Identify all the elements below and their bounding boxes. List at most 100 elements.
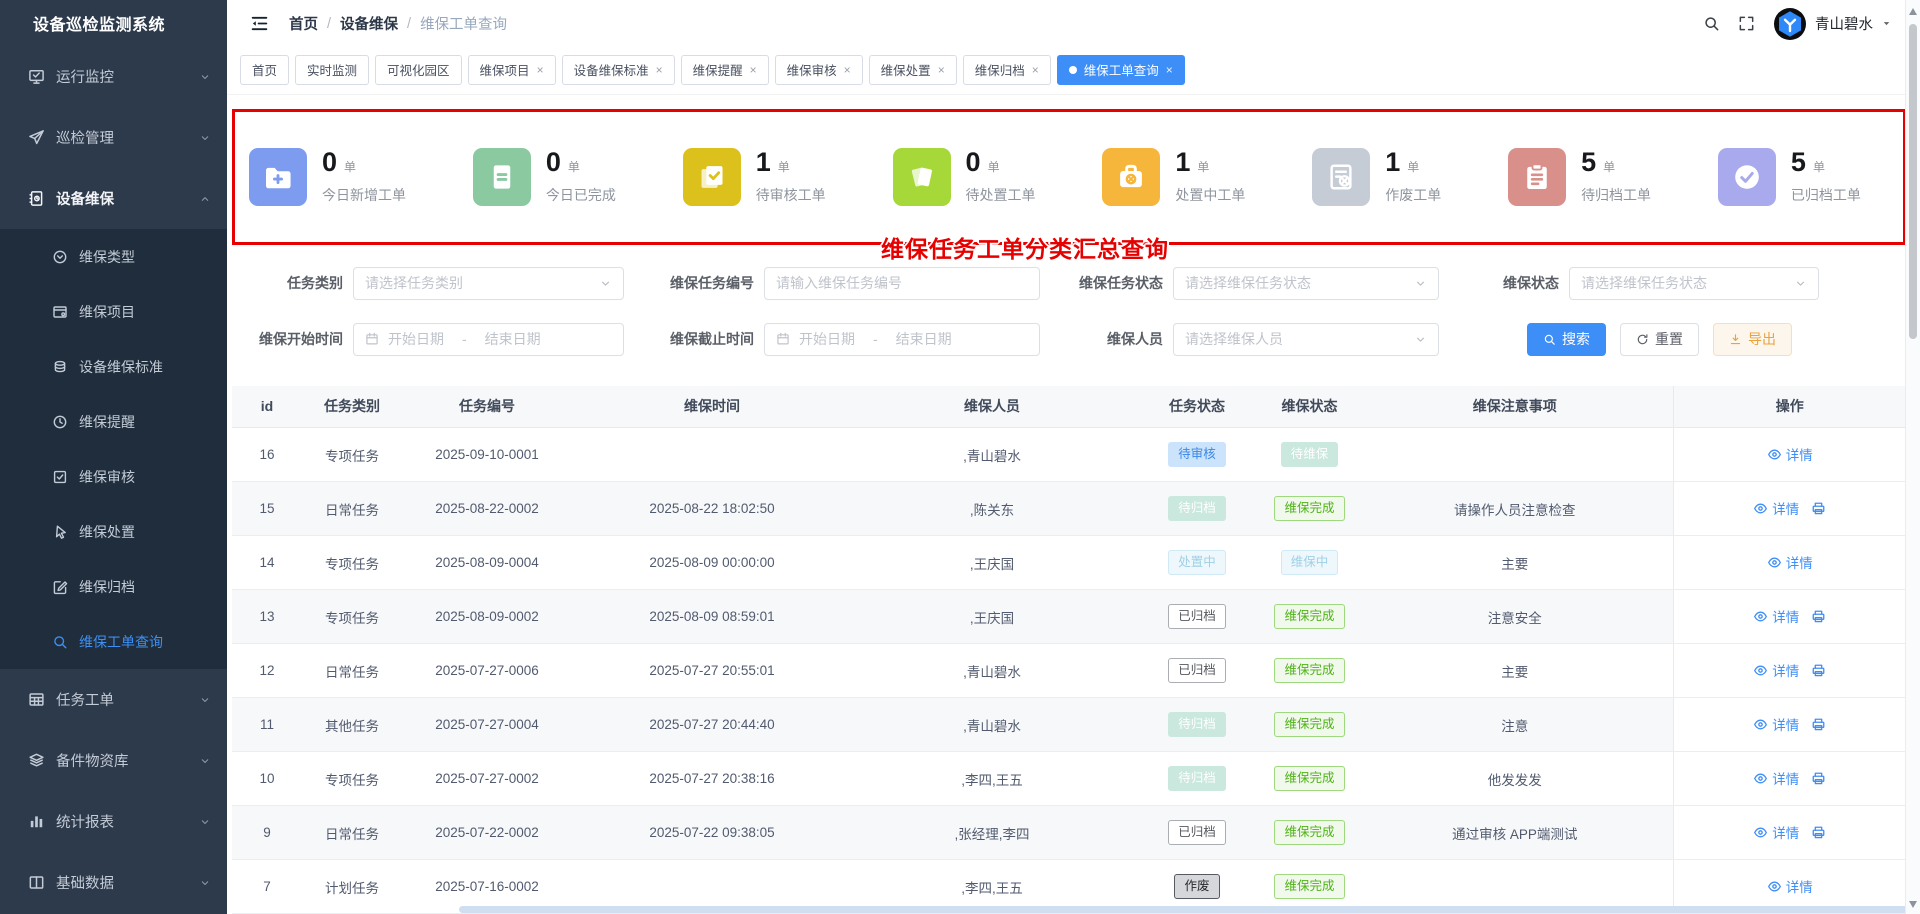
print-button[interactable] xyxy=(1811,825,1826,840)
eye-icon xyxy=(1753,663,1768,678)
column-header: 操作 xyxy=(1673,386,1906,428)
breadcrumb-section[interactable]: 设备维保 xyxy=(340,13,398,34)
detail-link[interactable]: 详情 xyxy=(1767,444,1813,464)
sidebar-subitem-3[interactable]: 维保提醒 xyxy=(0,394,227,449)
horizontal-scrollbar[interactable] xyxy=(459,906,1920,913)
tab-6[interactable]: 维保审核× xyxy=(775,55,863,85)
sidebar-subitem-7[interactable]: 维保工单查询 xyxy=(0,614,227,669)
tab-9[interactable]: 维保工单查询× xyxy=(1057,55,1185,85)
tab-5[interactable]: 维保提醒× xyxy=(681,55,769,85)
status-badge: 待归档 xyxy=(1168,766,1226,792)
print-button[interactable] xyxy=(1811,609,1826,624)
tab-close-icon[interactable]: × xyxy=(750,64,757,76)
cell-time: 2025-07-27 20:44:40 xyxy=(572,698,852,752)
tab-close-icon[interactable]: × xyxy=(844,64,851,76)
scroll-up-arrow[interactable] xyxy=(1909,8,1917,15)
sidebar-subitem-4[interactable]: 维保审核 xyxy=(0,449,227,504)
cell-code: 2025-07-27-0002 xyxy=(402,752,572,806)
export-button[interactable]: 导出 xyxy=(1713,323,1792,356)
sidebar-subitem-label: 维保类型 xyxy=(79,247,211,267)
detail-link[interactable]: 详情 xyxy=(1753,498,1799,518)
sidebar-item-3[interactable]: 任务工单 xyxy=(0,669,227,730)
sidebar-subitem-2[interactable]: 设备维保标准 xyxy=(0,339,227,394)
维保任务编号-input[interactable] xyxy=(776,275,1028,291)
reset-button[interactable]: 重置 xyxy=(1620,323,1699,356)
sidebar-item-2[interactable]: 设备维保 xyxy=(0,168,227,229)
tab-7[interactable]: 维保处置× xyxy=(869,55,957,85)
table-row-10: 10专项任务2025-07-27-00022025-07-27 20:38:16… xyxy=(232,752,1906,806)
scrollbar-thumb[interactable] xyxy=(1909,24,1917,339)
sidebar-subitem-5[interactable]: 维保处置 xyxy=(0,504,227,559)
cell-staff: ,青山碧水 xyxy=(852,428,1132,482)
header-search-button[interactable] xyxy=(1703,15,1720,32)
sidebar-subitem-0[interactable]: 维保类型 xyxy=(0,229,227,284)
sidebar-subitem-1[interactable]: 维保项目 xyxy=(0,284,227,339)
cell-task-status: 待归档 xyxy=(1132,482,1262,536)
tab-label: 首页 xyxy=(252,60,277,79)
range-separator: - xyxy=(462,331,467,347)
cell-category: 日常任务 xyxy=(302,806,402,860)
printer-icon xyxy=(1811,501,1826,516)
tab-4[interactable]: 设备维保标准× xyxy=(562,55,675,85)
user-menu[interactable]: 青山碧水 xyxy=(1773,7,1892,41)
vertical-scrollbar[interactable] xyxy=(1905,0,1920,914)
维保截止时间-daterange[interactable]: 开始日期-结束日期 xyxy=(764,323,1040,356)
print-button[interactable] xyxy=(1811,717,1826,732)
stat-card-icon-badge xyxy=(683,148,741,206)
stat-label: 处置中工单 xyxy=(1175,185,1245,205)
stat-card-6: 5单待归档工单 xyxy=(1508,148,1651,206)
print-button[interactable] xyxy=(1811,501,1826,516)
cell-code: 2025-07-27-0006 xyxy=(402,644,572,698)
detail-link[interactable]: 详情 xyxy=(1753,822,1799,842)
tab-close-icon[interactable]: × xyxy=(656,64,663,76)
print-button[interactable] xyxy=(1811,663,1826,678)
tab-8[interactable]: 维保归档× xyxy=(963,55,1051,85)
tab-close-icon[interactable]: × xyxy=(1032,64,1039,76)
detail-link[interactable]: 详情 xyxy=(1753,768,1799,788)
table-row-16: 16专项任务2025-09-10-0001,青山碧水待审核待维保详情 xyxy=(232,428,1906,482)
tab-0[interactable]: 首页 xyxy=(240,55,289,85)
sidebar-item-1[interactable]: 巡检管理 xyxy=(0,107,227,168)
tab-1[interactable]: 实时监测 xyxy=(295,55,369,85)
维保状态-select[interactable]: 请选择维保任务状态 xyxy=(1569,267,1819,300)
doc-x-icon xyxy=(1326,162,1356,192)
detail-link[interactable]: 详情 xyxy=(1753,660,1799,680)
chevron-down-icon xyxy=(1414,277,1427,290)
tab-close-icon[interactable]: × xyxy=(938,64,945,76)
status-badge: 待归档 xyxy=(1168,712,1226,738)
search-button[interactable]: 搜索 xyxy=(1527,323,1606,356)
维保人员-select[interactable]: 请选择维保人员 xyxy=(1173,323,1439,356)
stat-unit: 单 xyxy=(778,158,790,175)
stat-label: 待审核工单 xyxy=(756,185,826,205)
breadcrumb-home[interactable]: 首页 xyxy=(289,13,318,34)
cell-staff: ,张经理,李四 xyxy=(852,806,1132,860)
维保开始时间-daterange[interactable]: 开始日期-结束日期 xyxy=(353,323,624,356)
维保任务状态-select[interactable]: 请选择维保任务状态 xyxy=(1173,267,1439,300)
detail-link[interactable]: 详情 xyxy=(1753,714,1799,734)
monitor-icon xyxy=(28,68,45,85)
sidebar-item-0[interactable]: 运行监控 xyxy=(0,46,227,107)
fullscreen-button[interactable] xyxy=(1738,15,1755,32)
tab-3[interactable]: 维保项目× xyxy=(468,55,556,85)
detail-link[interactable]: 详情 xyxy=(1753,606,1799,626)
detail-label: 详情 xyxy=(1772,498,1799,518)
tab-2[interactable]: 可视化园区 xyxy=(375,55,462,85)
任务类别-select[interactable]: 请选择任务类别 xyxy=(353,267,624,300)
sidebar-item-5[interactable]: 统计报表 xyxy=(0,791,227,852)
menu-fold-button[interactable] xyxy=(250,14,269,33)
eye-icon xyxy=(1753,609,1768,624)
tab-close-icon[interactable]: × xyxy=(537,64,544,76)
stat-unit: 单 xyxy=(1813,158,1825,175)
sidebar-item-label: 基础数据 xyxy=(56,872,199,893)
detail-label: 详情 xyxy=(1772,660,1799,680)
scroll-down-arrow[interactable] xyxy=(1909,901,1917,908)
cell-note: 请操作人员注意检查 xyxy=(1357,482,1673,536)
sidebar-item-6[interactable]: 基础数据 xyxy=(0,852,227,913)
tab-close-icon[interactable]: × xyxy=(1166,64,1173,76)
filter-field: 维保任务状态请选择维保任务状态 xyxy=(1070,267,1439,300)
detail-link[interactable]: 详情 xyxy=(1767,876,1813,896)
sidebar-item-4[interactable]: 备件物资库 xyxy=(0,730,227,791)
sidebar-subitem-6[interactable]: 维保归档 xyxy=(0,559,227,614)
detail-link[interactable]: 详情 xyxy=(1767,552,1813,572)
print-button[interactable] xyxy=(1811,771,1826,786)
